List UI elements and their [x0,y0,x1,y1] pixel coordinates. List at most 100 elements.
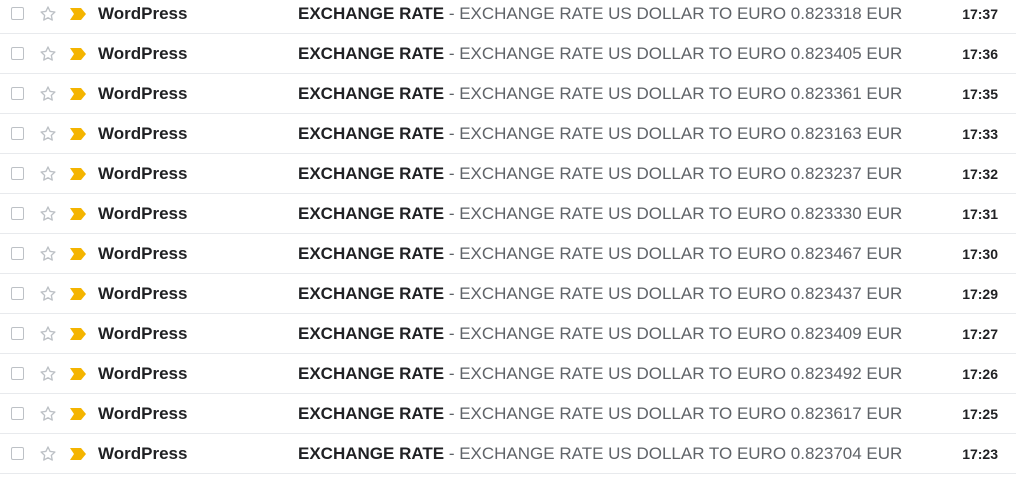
checkbox-icon[interactable] [11,287,24,300]
email-row[interactable]: WordPress EXCHANGE RATE - EXCHANGE RATE … [0,74,1016,114]
email-row[interactable]: WordPress EXCHANGE RATE - EXCHANGE RATE … [0,194,1016,234]
important-marker-icon[interactable] [69,127,87,141]
email-subject-line: EXCHANGE RATE - EXCHANGE RATE US DOLLAR … [298,165,902,183]
email-subject: EXCHANGE RATE [298,444,445,463]
star-icon[interactable] [38,284,58,304]
checkbox-icon[interactable] [11,447,24,460]
email-sender: WordPress [98,164,188,183]
email-subject: EXCHANGE RATE [298,284,445,303]
email-snippet: EXCHANGE RATE US DOLLAR TO EURO 0.823704… [459,444,903,463]
checkbox-icon[interactable] [11,87,24,100]
checkbox-icon[interactable] [11,327,24,340]
email-row[interactable]: WordPress EXCHANGE RATE - EXCHANGE RATE … [0,234,1016,274]
email-time: 17:26 [962,366,998,382]
email-list: WordPress EXCHANGE RATE - EXCHANGE RATE … [0,0,1016,474]
email-subject: EXCHANGE RATE [298,244,445,263]
email-time: 17:35 [962,86,998,102]
email-row[interactable]: WordPress EXCHANGE RATE - EXCHANGE RATE … [0,394,1016,434]
email-time: 17:29 [962,286,998,302]
email-time: 17:32 [962,166,998,182]
checkbox-icon[interactable] [11,407,24,420]
star-icon[interactable] [38,4,58,24]
email-subject-line: EXCHANGE RATE - EXCHANGE RATE US DOLLAR … [298,5,902,23]
email-separator: - [444,324,460,343]
important-marker-icon[interactable] [69,447,87,461]
email-row[interactable]: WordPress EXCHANGE RATE - EXCHANGE RATE … [0,34,1016,74]
star-icon[interactable] [38,364,58,384]
important-marker-icon[interactable] [69,167,87,181]
star-icon[interactable] [38,204,58,224]
email-subject: EXCHANGE RATE [298,124,445,143]
important-marker-icon[interactable] [69,407,87,421]
email-row[interactable]: WordPress EXCHANGE RATE - EXCHANGE RATE … [0,434,1016,474]
email-subject-line: EXCHANGE RATE - EXCHANGE RATE US DOLLAR … [298,405,902,423]
star-icon[interactable] [38,244,58,264]
important-marker-icon[interactable] [69,327,87,341]
email-subject-line: EXCHANGE RATE - EXCHANGE RATE US DOLLAR … [298,205,902,223]
important-marker-icon[interactable] [69,7,87,21]
email-subject-line: EXCHANGE RATE - EXCHANGE RATE US DOLLAR … [298,125,902,143]
email-sender: WordPress [98,204,188,223]
email-snippet: EXCHANGE RATE US DOLLAR TO EURO 0.823318… [459,4,903,23]
checkbox-icon[interactable] [11,207,24,220]
email-separator: - [444,4,460,23]
important-marker-icon[interactable] [69,207,87,221]
star-icon[interactable] [38,124,58,144]
star-icon[interactable] [38,404,58,424]
email-snippet: EXCHANGE RATE US DOLLAR TO EURO 0.823330… [459,204,903,223]
star-icon[interactable] [38,84,58,104]
checkbox-icon[interactable] [11,47,24,60]
email-snippet: EXCHANGE RATE US DOLLAR TO EURO 0.823617… [459,404,903,423]
email-subject-line: EXCHANGE RATE - EXCHANGE RATE US DOLLAR … [298,445,902,463]
email-row[interactable]: WordPress EXCHANGE RATE - EXCHANGE RATE … [0,274,1016,314]
important-marker-icon[interactable] [69,47,87,61]
email-time: 17:36 [962,46,998,62]
checkbox-icon[interactable] [11,167,24,180]
email-subject-line: EXCHANGE RATE - EXCHANGE RATE US DOLLAR … [298,325,902,343]
email-snippet: EXCHANGE RATE US DOLLAR TO EURO 0.823492… [459,364,903,383]
checkbox-icon[interactable] [11,127,24,140]
email-row[interactable]: WordPress EXCHANGE RATE - EXCHANGE RATE … [0,314,1016,354]
email-snippet: EXCHANGE RATE US DOLLAR TO EURO 0.823467… [459,244,903,263]
email-snippet: EXCHANGE RATE US DOLLAR TO EURO 0.823163… [459,124,903,143]
email-subject: EXCHANGE RATE [298,204,445,223]
email-sender: WordPress [98,124,188,143]
checkbox-icon[interactable] [11,367,24,380]
email-row[interactable]: WordPress EXCHANGE RATE - EXCHANGE RATE … [0,354,1016,394]
email-separator: - [444,404,460,423]
email-separator: - [444,124,460,143]
email-time: 17:31 [962,206,998,222]
email-sender: WordPress [98,444,188,463]
important-marker-icon[interactable] [69,367,87,381]
email-row[interactable]: WordPress EXCHANGE RATE - EXCHANGE RATE … [0,0,1016,34]
email-subject-line: EXCHANGE RATE - EXCHANGE RATE US DOLLAR … [298,365,902,383]
email-subject-line: EXCHANGE RATE - EXCHANGE RATE US DOLLAR … [298,85,902,103]
email-time: 17:25 [962,406,998,422]
email-row[interactable]: WordPress EXCHANGE RATE - EXCHANGE RATE … [0,114,1016,154]
important-marker-icon[interactable] [69,247,87,261]
email-separator: - [444,164,460,183]
email-snippet: EXCHANGE RATE US DOLLAR TO EURO 0.823237… [459,164,903,183]
email-row[interactable]: WordPress EXCHANGE RATE - EXCHANGE RATE … [0,154,1016,194]
star-icon[interactable] [38,44,58,64]
email-sender: WordPress [98,364,188,383]
star-icon[interactable] [38,444,58,464]
important-marker-icon[interactable] [69,287,87,301]
email-sender: WordPress [98,404,188,423]
email-time: 17:30 [962,246,998,262]
email-subject: EXCHANGE RATE [298,164,445,183]
email-separator: - [444,444,460,463]
star-icon[interactable] [38,164,58,184]
email-separator: - [444,364,460,383]
email-sender: WordPress [98,244,188,263]
checkbox-icon[interactable] [11,7,24,20]
important-marker-icon[interactable] [69,87,87,101]
email-time: 17:33 [962,126,998,142]
star-icon[interactable] [38,324,58,344]
checkbox-icon[interactable] [11,247,24,260]
email-separator: - [444,204,460,223]
email-subject-line: EXCHANGE RATE - EXCHANGE RATE US DOLLAR … [298,245,902,263]
email-sender: WordPress [98,84,188,103]
email-subject: EXCHANGE RATE [298,364,445,383]
email-subject: EXCHANGE RATE [298,324,445,343]
